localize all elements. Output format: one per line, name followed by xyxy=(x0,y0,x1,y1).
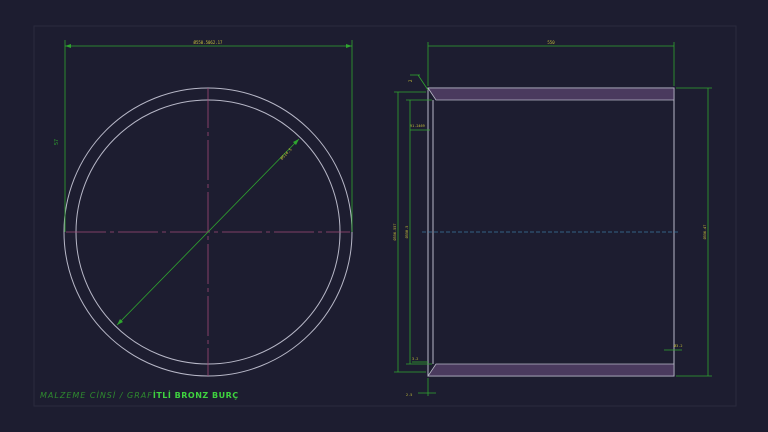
width-arrow-right xyxy=(346,44,352,48)
top-wall-section xyxy=(427,87,675,101)
drawing-frame xyxy=(33,25,737,407)
front-view: Ø550.5062.17 Ø514.5 57 xyxy=(54,40,353,377)
front-diagonal-label: Ø514.5 xyxy=(279,146,293,160)
left-outer-label: Ø556.557 xyxy=(392,224,397,241)
bottom-center-label: 2.5 xyxy=(406,393,412,397)
side-view: 550 2 R1.2469 Ø556.557 Ø550.5 Ø556.47 3.… xyxy=(392,40,712,397)
length-label: 550 xyxy=(547,40,555,45)
chamfer-leader xyxy=(417,74,429,91)
front-width-label: Ø550.5062.17 xyxy=(194,40,223,45)
bottom-right-label: Ø3.2 xyxy=(674,343,682,348)
left-inner-label: Ø550.5 xyxy=(404,226,409,239)
bottom-left-label: 3.2 xyxy=(412,357,418,361)
cad-drawing: Ø550.5062.17 Ø514.5 57 550 2 R1.2469 Ø55… xyxy=(33,25,737,407)
title-part-2: İTLİ BRONZ BURÇ xyxy=(152,391,239,400)
material-title: MALZEME CİNSİ / GRAFİTLİ BRONZ BURÇ xyxy=(40,391,239,400)
bottom-wall-section xyxy=(427,363,675,377)
title-part-1: MALZEME CİNSİ / GRAF xyxy=(40,391,153,400)
inner-top-label: R1.2469 xyxy=(410,124,425,128)
front-side-label: 57 xyxy=(54,139,60,145)
right-label: Ø556.47 xyxy=(702,225,707,240)
chamfer-label: 2 xyxy=(408,79,413,82)
width-arrow-left xyxy=(65,44,71,48)
